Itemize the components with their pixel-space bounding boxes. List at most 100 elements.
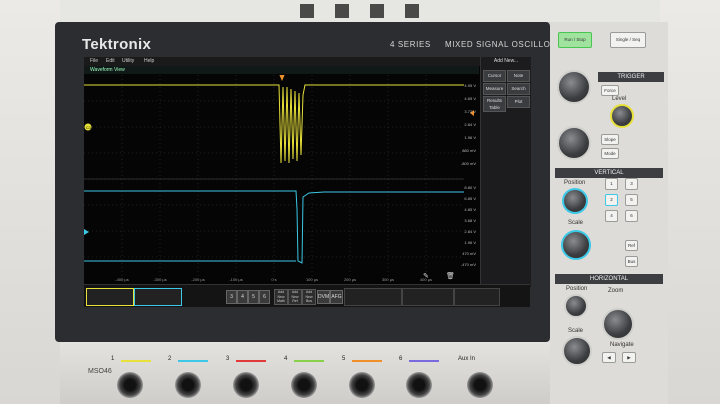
y-tick-label: 470 mV (462, 251, 476, 256)
input-connector-2[interactable] (175, 372, 201, 398)
ch4-key[interactable]: 4 (605, 210, 618, 222)
input-label-3: 3 (226, 356, 230, 362)
input-connector-4[interactable] (291, 372, 317, 398)
ch2-key[interactable]: 2 (605, 194, 618, 206)
multipurpose-knob-a[interactable] (557, 70, 591, 104)
add-ref-button[interactable]: Add New Ref (288, 289, 302, 305)
zoom-pan-knob[interactable] (602, 308, 634, 340)
trash-icon[interactable]: 🗑 (446, 271, 455, 280)
menu-file[interactable]: File (90, 58, 98, 64)
ch1-badge[interactable] (86, 288, 134, 306)
vertical-scale-knob[interactable] (561, 230, 591, 260)
y-tick-label: -800 mV (461, 161, 476, 166)
handle-icon (370, 4, 384, 18)
vertical-position-label: Position (564, 180, 586, 186)
input-label-1: 1 (111, 356, 115, 362)
navigate-left-button[interactable]: ◀ (602, 352, 616, 363)
aux-in-connector[interactable] (467, 372, 493, 398)
zoom-label: Zoom (608, 288, 624, 294)
input-label-aux: Aux In (458, 356, 476, 362)
oscilloscope-body: Tektronix 4 SERIES MIXED SIGNAL OSCILLOS… (0, 0, 720, 404)
waveform-view-header: Waveform View (84, 66, 479, 74)
series-label: 4 SERIES (390, 40, 431, 49)
menu-bar: File Edit Utility Help (84, 57, 530, 66)
y-tick-label: -470 mV (461, 262, 476, 267)
add-new-label: Add New... (493, 58, 519, 64)
y-tick-label: 3.68 V (464, 218, 476, 223)
ref-button[interactable]: Ref (625, 240, 638, 251)
ch6-key[interactable]: 6 (625, 210, 638, 222)
trigger-level-knob[interactable] (610, 104, 634, 128)
navigate-right-button[interactable]: ▶ (622, 352, 636, 363)
y-tick-label: 2.84 V (464, 229, 476, 234)
single-seq-button[interactable]: Single / Seq (610, 32, 646, 48)
ch3-key[interactable]: 3 (625, 178, 638, 190)
zoom-tool-icon[interactable]: ✎ (423, 273, 429, 280)
dvm-button[interactable]: DVM (317, 290, 330, 304)
y-tick-label: 880 mV (462, 148, 476, 153)
y-tick-label: 4.95 V (464, 83, 476, 88)
ch5-key[interactable]: 5 (625, 194, 638, 206)
results-table-button[interactable]: Results Table (483, 96, 506, 112)
horizontal-scale-label: Scale (568, 328, 584, 334)
ch6-button[interactable]: 6 (259, 290, 270, 304)
input-connector-3[interactable] (233, 372, 259, 398)
side-button-panel: Add New... Cursor Note Measure Search Re… (480, 57, 531, 287)
waveform-plot[interactable]: C1 4.95 V 4.65 V 3.72 V 2.84 V 1.96 V 880 mV -… (84, 75, 479, 283)
input-connector-6[interactable] (406, 372, 432, 398)
ch4-button[interactable]: 4 (237, 290, 248, 304)
search-button[interactable]: Search (507, 83, 530, 95)
input-label-2: 2 (168, 356, 172, 362)
run-stop-button[interactable]: Run / Stop (558, 32, 592, 48)
ch5-button[interactable]: 5 (248, 290, 259, 304)
brand-logo: Tektronix (82, 36, 152, 53)
afg-button[interactable]: AFG (330, 290, 343, 304)
input-label-6: 6 (399, 356, 403, 362)
y-tick-label: 1.96 V (464, 135, 476, 140)
horizontal-badge[interactable] (402, 288, 454, 306)
add-bus-button[interactable]: Add New Bus (302, 289, 316, 305)
waveform-view-title: Waveform View (90, 67, 125, 73)
input-connector-5[interactable] (349, 372, 375, 398)
cursor-button[interactable]: Cursor (483, 70, 506, 82)
force-button[interactable]: Force (601, 85, 619, 96)
menu-utility[interactable]: Utility (122, 58, 134, 64)
add-math-button[interactable]: Add New Math (274, 289, 288, 305)
navigate-label: Navigate (610, 342, 634, 348)
horizontal-scale-knob[interactable] (562, 336, 592, 366)
x-axis: -400 µs -300 µs -200 µs -100 µs 0 s 100 µs 200… (115, 277, 432, 282)
ch1-key[interactable]: 1 (605, 178, 618, 190)
mode-button[interactable]: Mode (601, 148, 619, 159)
plot-button[interactable]: Plot (507, 96, 530, 108)
input-connector-1[interactable] (117, 372, 143, 398)
input-color-bar-4 (294, 360, 324, 362)
x-tick-label: -300 µs (153, 277, 166, 282)
y-tick-label: 3.72 V (464, 109, 476, 114)
touch-screen[interactable]: File Edit Utility Help Waveform View C1 … (84, 57, 610, 307)
menu-edit[interactable]: Edit (106, 58, 115, 64)
top-strip (60, 0, 660, 23)
x-tick-label: -200 µs (191, 277, 204, 282)
acquisition-badge[interactable] (454, 288, 500, 306)
ch2-badge[interactable] (134, 288, 182, 306)
multipurpose-knob-b[interactable] (557, 126, 591, 160)
model-label: MSO46 (88, 368, 112, 375)
slope-button[interactable]: Slope (601, 134, 619, 145)
vertical-scale-label: Scale (568, 220, 584, 226)
handle-icon (300, 4, 314, 18)
x-tick-label: -400 µs (115, 277, 128, 282)
bus-button[interactable]: Bus (625, 256, 638, 267)
ch3-button[interactable]: 3 (226, 290, 237, 304)
measure-button[interactable]: Measure (483, 83, 506, 95)
x-tick-label: 200 µs (344, 277, 356, 282)
horizontal-position-knob[interactable] (564, 294, 588, 318)
trigger-section-header: TRIGGER (598, 72, 664, 82)
svg-text:C1: C1 (86, 125, 92, 130)
handle-icon (335, 4, 349, 18)
note-button[interactable]: Note (507, 70, 530, 82)
trigger-badge[interactable] (344, 288, 402, 306)
vertical-position-knob[interactable] (562, 188, 588, 214)
menu-help[interactable]: Help (144, 58, 154, 64)
y-tick-label: 6.85 V (464, 196, 476, 201)
front-panel-controls: Run / Stop Single / Seq TRIGGER Force Le… (550, 22, 668, 404)
